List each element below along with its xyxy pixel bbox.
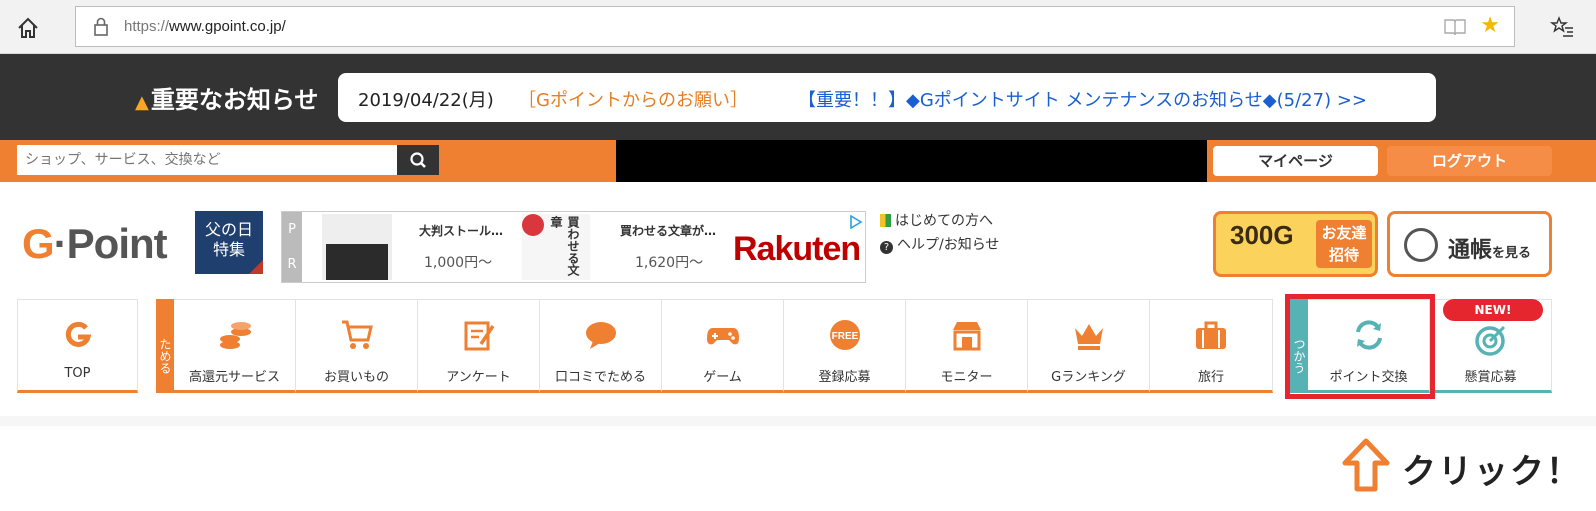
book-cover-text: 買わせる文章 bbox=[549, 216, 580, 276]
home-icon[interactable] bbox=[14, 14, 42, 42]
speech-bubble-icon bbox=[583, 318, 619, 352]
highlight-box bbox=[1285, 294, 1435, 399]
survey-icon bbox=[461, 318, 497, 352]
notice-request: ［Gポイントからのお願い］ bbox=[518, 90, 748, 111]
ad-item2-price: 1,620円〜 bbox=[635, 255, 704, 271]
arrow-up-icon bbox=[1342, 438, 1390, 492]
nav-top[interactable]: TOP bbox=[17, 299, 138, 393]
book-product-image[interactable]: 買わせる文章 bbox=[522, 214, 590, 280]
fathers-day-banner[interactable]: 父の日 特集 bbox=[195, 211, 263, 274]
stole-product-image[interactable] bbox=[322, 214, 392, 280]
favorites-list-icon[interactable] bbox=[1549, 15, 1574, 39]
address-bar[interactable]: https://www.gpoint.co.jp/ ★ bbox=[75, 6, 1515, 47]
search-icon bbox=[410, 152, 426, 168]
coin-icon bbox=[1404, 228, 1438, 262]
passbook-banner[interactable]: 通帳を見る bbox=[1387, 211, 1552, 277]
warning-icon: ▲ bbox=[135, 92, 149, 113]
adchoices-icon[interactable] bbox=[849, 214, 863, 230]
nav-item-label: Gランキング bbox=[1051, 370, 1126, 385]
help-news-link[interactable]: ? ヘルプ/お知らせ bbox=[880, 234, 999, 254]
nav-item-label: 旅行 bbox=[1197, 370, 1224, 385]
nav-survey[interactable]: アンケート bbox=[418, 299, 540, 393]
nav-high-return[interactable]: 高還元サービス bbox=[174, 299, 296, 393]
ad-banner[interactable]: PR 大判ストール… 1,000円〜 買わせる文章 買わせる文章が… 1,620… bbox=[281, 211, 866, 283]
crown-icon bbox=[1071, 318, 1107, 352]
invite-friends-banner[interactable]: 300G お友達 招待 bbox=[1213, 211, 1378, 277]
svg-text:FREE: FREE bbox=[831, 331, 858, 342]
important-notice-bar: ▲重要なお知らせ 2019/04/22(月) ［Gポイントからのお願い］ 【重要… bbox=[0, 54, 1596, 140]
suitcase-icon bbox=[1193, 318, 1229, 352]
corner-triangle bbox=[249, 260, 263, 274]
target-icon bbox=[1473, 322, 1509, 356]
search-button[interactable] bbox=[397, 145, 439, 175]
search-input[interactable] bbox=[17, 145, 397, 175]
free-shipping-badge bbox=[522, 214, 544, 236]
ad-item1-title[interactable]: 大判ストール… bbox=[419, 222, 503, 239]
passbook-label: 通帳を見る bbox=[1448, 238, 1532, 263]
cart-icon bbox=[339, 318, 375, 352]
nav-item-label: 懸賞応募 bbox=[1464, 370, 1517, 385]
ad-item2-title[interactable]: 買わせる文章が… bbox=[620, 222, 716, 239]
reading-view-icon[interactable] bbox=[1444, 18, 1466, 36]
black-header-block bbox=[616, 140, 1207, 182]
gpoint-g-icon bbox=[60, 318, 96, 352]
lock-icon bbox=[92, 17, 110, 37]
nav-item-label: 口コミでためる bbox=[554, 370, 646, 385]
nav-shopping[interactable]: お買いもの bbox=[296, 299, 418, 393]
new-badge: NEW! bbox=[1443, 299, 1543, 321]
notice-title: ▲重要なお知らせ bbox=[135, 86, 319, 114]
favorite-star-icon[interactable]: ★ bbox=[1480, 15, 1500, 37]
mypage-button[interactable]: マイページ bbox=[1213, 146, 1378, 176]
search-bar-strip: マイページ ログアウト bbox=[0, 140, 1596, 182]
invite-label: お友達 招待 bbox=[1316, 220, 1372, 268]
earn-section-label: ためる bbox=[156, 299, 174, 393]
nav-item-label: 登録応募 bbox=[818, 370, 871, 385]
notice-link[interactable]: 【重要！！】◆Gポイントサイト メンテナンスのお知らせ◆(5/27) >> bbox=[798, 86, 1367, 112]
nav-item-label: アンケート bbox=[446, 370, 511, 385]
ad-item1-price: 1,000円〜 bbox=[424, 255, 493, 271]
logout-button[interactable]: ログアウト bbox=[1387, 146, 1552, 176]
first-time-link[interactable]: はじめての方へ bbox=[880, 210, 993, 230]
nav-reviews[interactable]: 口コミでためる bbox=[540, 299, 662, 393]
browser-toolbar: https://www.gpoint.co.jp/ ★ bbox=[0, 0, 1596, 54]
free-icon: FREE bbox=[827, 318, 863, 352]
click-callout-text: クリック！ bbox=[1402, 452, 1582, 492]
gamepad-icon bbox=[705, 318, 741, 352]
nav-item-label: モニター bbox=[940, 370, 993, 385]
rakuten-logo[interactable]: Rakuten bbox=[733, 230, 861, 269]
nav-monitor[interactable]: モニター bbox=[906, 299, 1028, 393]
question-icon: ? bbox=[880, 241, 893, 254]
coins-icon bbox=[217, 318, 253, 352]
pr-label: PR bbox=[282, 212, 302, 282]
fathers-day-line2: 特集 bbox=[212, 240, 245, 259]
nav-travel[interactable]: 旅行 bbox=[1150, 299, 1273, 393]
nav-game[interactable]: ゲーム bbox=[662, 299, 784, 393]
nav-item-label: ゲーム bbox=[703, 370, 742, 385]
shop-icon bbox=[949, 318, 985, 352]
nav-registration[interactable]: FREE 登録応募 bbox=[784, 299, 906, 393]
section-divider bbox=[0, 416, 1596, 426]
fathers-day-line1: 父の日 bbox=[204, 220, 253, 239]
nav-top-label: TOP bbox=[64, 366, 91, 381]
url-text: https://www.gpoint.co.jp/ bbox=[124, 18, 286, 35]
beginner-mark-icon bbox=[880, 214, 891, 227]
invite-amount: 300G bbox=[1230, 220, 1294, 250]
nav-ranking[interactable]: Gランキング bbox=[1028, 299, 1150, 393]
nav-item-label: お買いもの bbox=[323, 370, 389, 385]
gpoint-logo[interactable]: G·Point bbox=[22, 220, 168, 268]
notice-date: 2019/04/22(月) bbox=[358, 90, 494, 111]
nav-item-label: 高還元サービス bbox=[188, 370, 280, 385]
notice-box[interactable]: 2019/04/22(月) ［Gポイントからのお願い］ 【重要！！】◆Gポイント… bbox=[338, 73, 1436, 122]
